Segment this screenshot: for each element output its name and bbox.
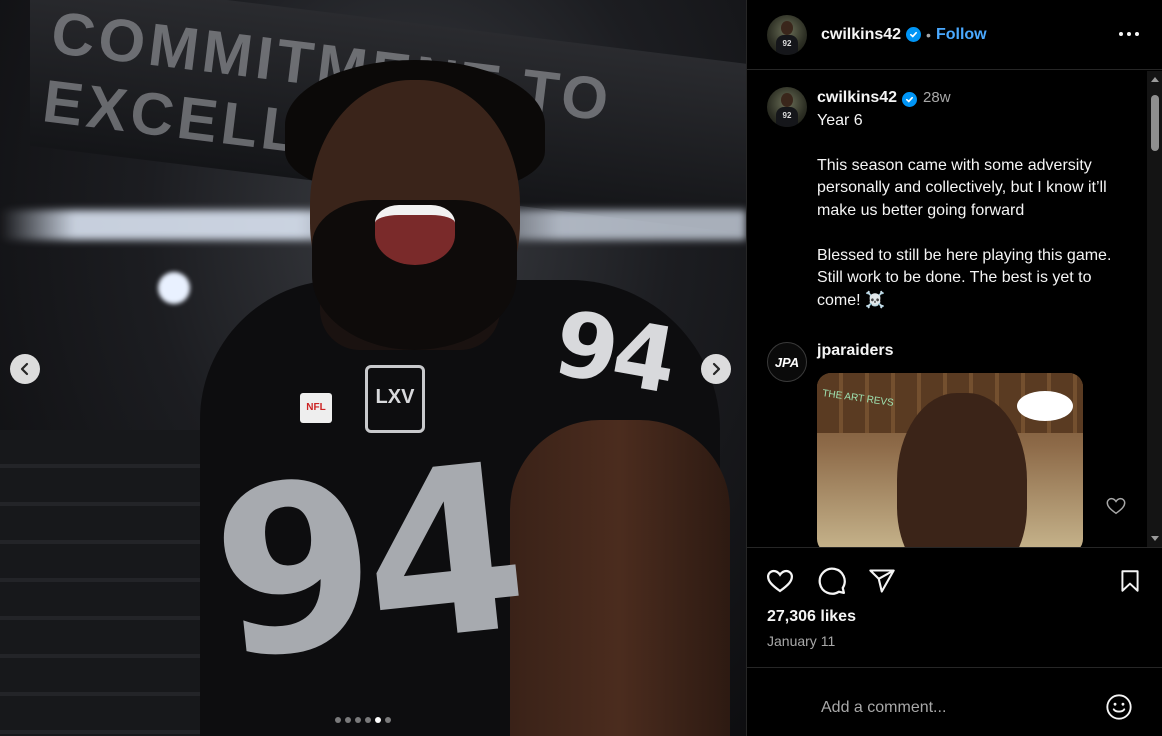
chevron-right-icon xyxy=(712,362,721,376)
carousel-dot xyxy=(385,717,391,723)
heart-icon xyxy=(1106,497,1126,515)
carousel-prev-button[interactable] xyxy=(10,354,40,384)
more-options-button[interactable] xyxy=(1117,22,1141,46)
carousel-dot xyxy=(355,717,361,723)
caption-avatar-row: 92 xyxy=(767,87,807,127)
verified-icon xyxy=(906,27,922,42)
scroll-thumb[interactable] xyxy=(1151,95,1159,151)
scroll-down-arrow[interactable] xyxy=(1151,536,1159,541)
carousel-dot xyxy=(335,717,341,723)
verified-icon xyxy=(902,92,918,107)
author-avatar[interactable]: 92 xyxy=(767,14,807,55)
follow-button[interactable]: Follow xyxy=(936,26,987,44)
media-face xyxy=(897,393,1027,547)
comment-like-button[interactable] xyxy=(1105,495,1127,517)
background-shelf xyxy=(0,430,210,736)
commenter-avatar[interactable]: JPA xyxy=(767,342,807,382)
commenter-username[interactable]: jparaiders xyxy=(817,342,893,360)
avatar-jersey: 92 xyxy=(776,34,798,55)
chevron-left-icon xyxy=(20,362,29,376)
avatar-face xyxy=(781,20,793,35)
post-side-panel: 92 cwilkins42 • Follow 92 cwilkins42 28w … xyxy=(746,0,1162,736)
player-arm xyxy=(510,420,730,736)
carousel-next-button[interactable] xyxy=(701,354,731,384)
jersey-number-chest: 94 xyxy=(201,415,529,712)
carousel-indicator xyxy=(335,717,391,723)
lxv-patch: LXV xyxy=(365,365,425,433)
avatar-jersey: 92 xyxy=(776,107,798,127)
nfl-shield: NFL xyxy=(300,393,332,423)
caption-line: This season came with some adversity per… xyxy=(817,156,1107,219)
carousel-dot xyxy=(375,717,381,723)
post-media: COMMITMENT TO EXCELLENCE 94 94 LXV NFL xyxy=(0,0,746,736)
comments-scrollbar[interactable] xyxy=(1147,71,1162,547)
comments-list[interactable]: 92 cwilkins42 28w Year 6 This season came… xyxy=(747,71,1147,547)
carousel-dot xyxy=(345,717,351,723)
comment-button[interactable] xyxy=(817,566,847,596)
more-icon xyxy=(1119,32,1139,36)
bookmark-icon xyxy=(1121,570,1139,592)
post-caption: cwilkins42 28w Year 6 This season came wi… xyxy=(817,87,1137,312)
comment-icon xyxy=(818,567,846,595)
comment-composer xyxy=(747,667,1162,736)
light-spot xyxy=(158,272,190,304)
post-header: 92 cwilkins42 • Follow xyxy=(747,0,1162,70)
like-button[interactable] xyxy=(765,566,795,596)
post-date[interactable]: January 11 xyxy=(767,633,835,649)
caption-age[interactable]: 28w xyxy=(923,89,951,106)
caption-username[interactable]: cwilkins42 xyxy=(817,89,897,106)
caption-line: Year 6 xyxy=(817,111,863,129)
caption-line: Blessed to still be here playing this ga… xyxy=(817,246,1112,309)
comment-avatar-row: JPA xyxy=(767,342,807,382)
save-button[interactable] xyxy=(1115,566,1145,596)
media-speech-bubble xyxy=(1017,391,1073,421)
share-icon xyxy=(869,569,895,593)
carousel-dot xyxy=(365,717,371,723)
emoji-icon xyxy=(1106,694,1132,720)
scroll-up-arrow[interactable] xyxy=(1151,77,1159,82)
avatar-face xyxy=(781,93,793,107)
post-actions: 27,306 likes January 11 xyxy=(747,547,1162,667)
player-mouth xyxy=(375,205,455,265)
comment-media[interactable]: THE ART REVS xyxy=(817,373,1083,547)
header-separator: • xyxy=(926,26,931,43)
author-username[interactable]: cwilkins42 xyxy=(821,26,901,44)
emoji-button[interactable] xyxy=(1104,692,1134,722)
likes-count[interactable]: 27,306 likes xyxy=(767,608,856,626)
heart-icon xyxy=(766,569,794,593)
comment-input[interactable] xyxy=(821,688,1101,728)
jersey-number-sleeve: 94 xyxy=(546,290,681,415)
share-button[interactable] xyxy=(867,566,897,596)
caption-avatar[interactable]: 92 xyxy=(767,87,807,127)
